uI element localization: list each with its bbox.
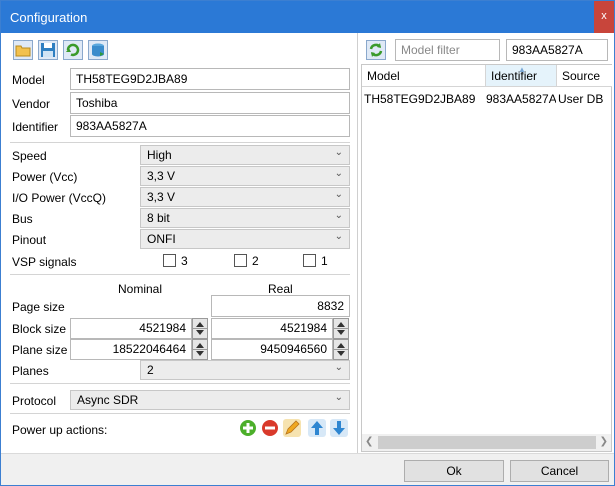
io-power-value: 3,3 V [147,190,176,204]
page-size-label: Page size [12,300,65,314]
planes-select[interactable]: 2 ⌄ [140,360,350,380]
divider [10,383,350,384]
power-up-actions-label: Power up actions: [12,423,108,437]
planes-value: 2 [147,363,154,377]
vendor-label: Vendor [12,97,51,111]
identifier-filter-input[interactable]: 983AA5827A [506,39,608,61]
column-header-model[interactable]: Model [362,65,486,87]
divider [10,413,350,414]
block-size-real-field[interactable]: 4521984 [211,318,333,339]
nominal-header: Nominal [118,282,163,296]
vsp-1-checkbox[interactable] [303,254,316,267]
block-size-nominal-field[interactable]: 4521984 [70,318,192,339]
column-header-source[interactable]: Source [557,65,612,87]
chevron-down-icon: ⌄ [334,231,343,242]
speed-select[interactable]: High ⌄ [140,145,350,165]
scroll-right-icon[interactable]: ❯ [600,436,608,447]
panel-splitter[interactable] [357,33,358,453]
chevron-down-icon: ⌄ [334,189,343,200]
protocol-select[interactable]: Async SDR ⌄ [70,390,350,410]
table-row[interactable]: TH58TEG9D2JBA89 983AA5827A User DB [362,88,611,108]
scroll-left-icon[interactable]: ❮ [365,436,373,447]
bus-value: 8 bit [147,211,170,225]
chevron-down-icon: ⌄ [334,362,343,373]
identifier-label: Identifier [12,120,59,134]
close-button[interactable]: x [594,1,614,33]
database-icon[interactable] [88,40,108,60]
cancel-button[interactable]: Cancel [510,460,609,482]
pinout-select[interactable]: ONFI ⌄ [140,229,350,249]
add-icon[interactable] [239,419,257,437]
vsp-2-checkbox[interactable] [234,254,247,267]
block-size-real-spinner[interactable] [333,318,349,339]
vendor-field[interactable]: Toshiba [70,92,350,114]
io-power-label: I/O Power (VccQ) [12,191,107,205]
planes-label: Planes [12,364,49,378]
plane-size-real-spinner[interactable] [333,339,349,360]
reload-icon[interactable] [63,40,83,60]
vsp-3-checkbox[interactable] [163,254,176,267]
horizontal-scrollbar[interactable]: ❮ ❯ [362,434,611,451]
row-source-cell: User DB [558,92,604,106]
bus-select[interactable]: 8 bit ⌄ [140,208,350,228]
bus-label: Bus [12,212,33,226]
move-up-icon[interactable] [308,419,326,437]
speed-label: Speed [12,149,47,163]
title-bar[interactable]: Configuration x [1,1,614,33]
plane-size-nominal-field[interactable]: 18522046464 [70,339,192,360]
chevron-down-icon: ⌄ [334,210,343,221]
remove-icon[interactable] [261,419,279,437]
sort-ascending-icon: ▲ [518,65,526,74]
model-field[interactable]: TH58TEG9D2JBA89 [70,68,350,90]
power-vcc-label: Power (Vcc) [12,170,78,184]
identifier-field[interactable]: 983AA5827A [70,115,350,137]
protocol-value: Async SDR [77,393,139,407]
button-bar: Ok Cancel [1,453,614,485]
row-model-cell: TH58TEG9D2JBA89 [364,92,476,106]
power-vcc-value: 3,3 V [147,169,176,183]
plane-size-nominal-spinner[interactable] [192,339,208,360]
plane-size-real-field[interactable]: 9450946560 [211,339,333,360]
configuration-window: Configuration x Model TH58TEG9D2JBA89 Ve… [0,0,615,486]
chevron-down-icon: ⌄ [334,392,343,403]
divider [10,142,350,143]
vsp-2-label: 2 [252,254,259,268]
chevron-down-icon: ⌄ [334,147,343,158]
protocol-label: Protocol [12,394,57,408]
vsp-1-label: 1 [321,254,328,268]
vsp-signals-label: VSP signals [12,255,77,269]
pinout-value: ONFI [147,232,176,246]
save-disk-icon[interactable] [38,40,58,60]
open-folder-icon[interactable] [13,40,33,60]
pinout-label: Pinout [12,233,47,247]
real-header: Real [268,282,293,296]
chevron-down-icon: ⌄ [334,168,343,179]
ok-button[interactable]: Ok [404,460,504,482]
model-label: Model [12,73,45,87]
move-down-icon[interactable] [330,419,348,437]
scrollbar-thumb[interactable] [378,436,596,449]
io-power-select[interactable]: 3,3 V ⌄ [140,187,350,207]
model-filter-input[interactable]: Model filter [395,39,500,61]
dialog-body: Model TH58TEG9D2JBA89 Vendor Toshiba Ide… [1,33,614,485]
page-size-real-field[interactable]: 8832 [211,295,350,317]
window-title: Configuration [10,10,88,25]
speed-value: High [147,148,172,162]
refresh-icon[interactable] [366,40,386,60]
plane-size-label: Plane size [12,343,68,357]
row-identifier-cell: 983AA5827A [486,92,556,106]
power-vcc-select[interactable]: 3,3 V ⌄ [140,166,350,186]
divider [10,274,350,275]
block-size-label: Block size [12,322,67,336]
vsp-3-label: 3 [181,254,188,268]
chip-table: Model Identifier ▲ Source TH58TEG9D2JBA8… [361,64,612,452]
block-size-nominal-spinner[interactable] [192,318,208,339]
edit-icon[interactable] [283,419,301,437]
